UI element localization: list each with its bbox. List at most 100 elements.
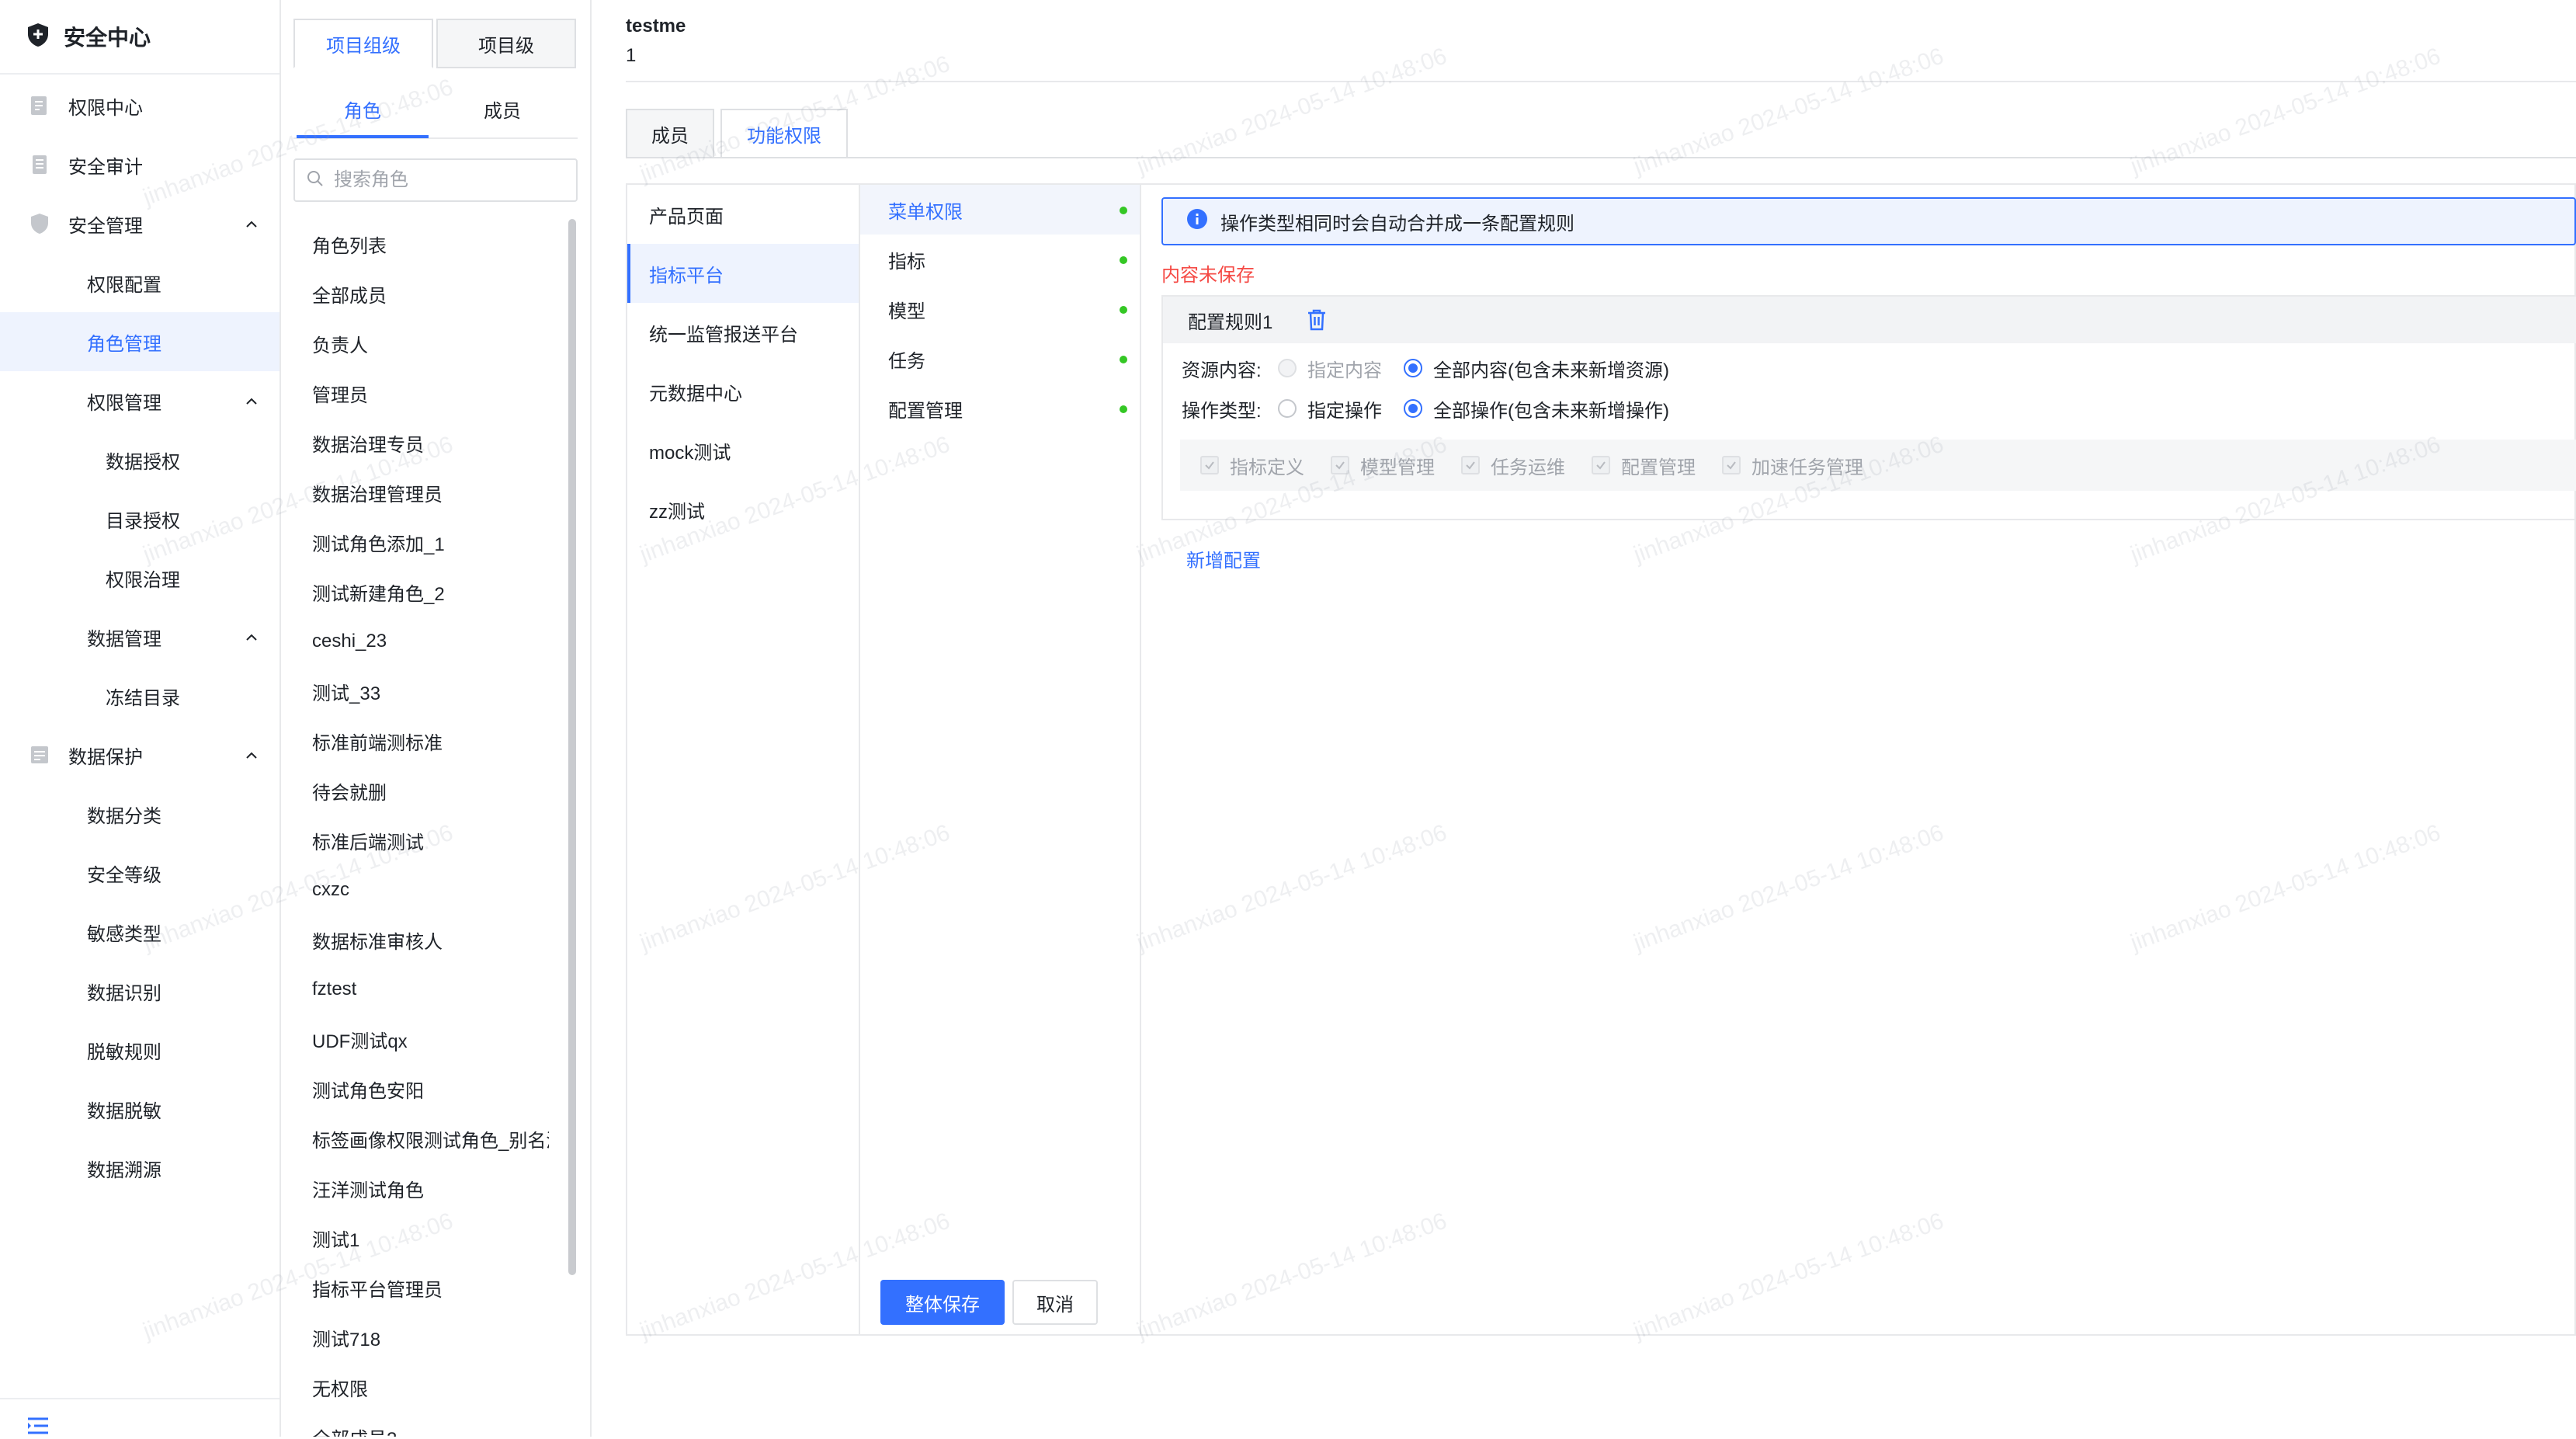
role-item[interactable]: 待会就删 — [281, 766, 549, 815]
role-item[interactable]: 全部成员 — [281, 269, 549, 318]
menu-collapse-icon[interactable] — [26, 1416, 50, 1439]
role-item[interactable]: 测试1 — [281, 1213, 549, 1263]
tab-function-permissions[interactable]: 功能权限 — [720, 109, 848, 158]
tab-roles[interactable]: 角色 — [297, 81, 429, 137]
nav-item-data-classification[interactable]: 数据分类 — [0, 784, 279, 843]
config-rule-area: 操作类型相同时会自动合并成一条配置规则 内容未保存 配置规则1 资源内容: 指定… — [1141, 185, 2576, 1334]
role-search-input[interactable] — [332, 169, 565, 192]
add-config-link[interactable]: 新增配置 — [1186, 545, 1261, 572]
role-item[interactable]: 管理员 — [281, 368, 549, 418]
nav-label: 权限配置 — [87, 274, 161, 296]
config-rule-card: 配置规则1 资源内容: 指定内容 全部内容(包含未来新增资源) 操作类型: 指定… — [1161, 295, 2576, 520]
nav-label: 权限治理 — [106, 569, 180, 591]
radio-all-content[interactable]: 全部内容(包含未来新增资源) — [1404, 355, 1669, 382]
role-list: 角色列表 全部成员 负责人 管理员 数据治理专员 数据治理管理员 测试角色添加_… — [281, 219, 576, 1437]
role-item[interactable]: 标准前端测标准 — [281, 716, 549, 766]
radio-specific-content: 指定内容 — [1278, 355, 1382, 382]
role-item[interactable]: cxzc — [281, 865, 549, 915]
nav-item-data-masking[interactable]: 数据脱敏 — [0, 1079, 279, 1138]
role-item[interactable]: 负责人 — [281, 318, 549, 368]
cancel-button[interactable]: 取消 — [1012, 1280, 1098, 1325]
role-item[interactable]: 角色列表 — [281, 219, 549, 269]
trash-icon[interactable] — [1303, 306, 1331, 334]
role-item[interactable]: 无权限 — [281, 1362, 549, 1412]
nav-item-security-level[interactable]: 安全等级 — [0, 843, 279, 902]
role-item[interactable]: 测试角色添加_1 — [281, 517, 549, 567]
page-item-regulatory-platform[interactable]: 统一监管报送平台 — [627, 303, 859, 362]
nav-item-permission-governance[interactable]: 权限治理 — [0, 548, 279, 607]
nav-item-masking-rules[interactable]: 脱敏规则 — [0, 1020, 279, 1079]
checkbox-label: 任务运维 — [1491, 457, 1565, 478]
info-icon — [1186, 208, 1208, 235]
radio-label: 指定操作 — [1307, 400, 1382, 422]
segment-project-group[interactable]: 项目组级 — [293, 19, 433, 68]
role-item[interactable]: 汪洋测试角色 — [281, 1163, 549, 1213]
nav-label: 数据识别 — [87, 982, 161, 1004]
module-label: 指标 — [888, 251, 925, 273]
nav-item-role-management[interactable]: 角色管理 — [0, 312, 279, 371]
role-list-scrollbar[interactable] — [568, 219, 576, 1275]
role-item[interactable]: 标签画像权限测试角色_别名测试 — [281, 1114, 549, 1163]
segment-project[interactable]: 项目级 — [436, 19, 576, 68]
nav-item-data-identification[interactable]: 数据识别 — [0, 961, 279, 1020]
save-all-button[interactable]: 整体保存 — [880, 1280, 1005, 1325]
role-item[interactable]: fztest — [281, 965, 549, 1014]
chevron-up-icon — [244, 747, 259, 763]
role-item[interactable]: 全部成员2 — [281, 1412, 549, 1437]
nav-item-sensitive-type[interactable]: 敏感类型 — [0, 902, 279, 961]
config-rule-title: 配置规则1 — [1188, 311, 1273, 333]
nav-item-data-tracing[interactable]: 数据溯源 — [0, 1138, 279, 1197]
operation-type-row: 操作类型: 指定操作 全部操作(包含未来新增操作) — [1182, 393, 1691, 424]
nav-item-permission-config[interactable]: 权限配置 — [0, 253, 279, 312]
tab-bar-line — [626, 157, 2576, 158]
role-panel: 项目组级 项目级 角色 成员 角色列表 全部成员 负责人 管理员 数据治理专员 … — [281, 0, 592, 1437]
role-item[interactable]: 测试新建角色_2 — [281, 567, 549, 617]
role-item[interactable]: UDF测试qx — [281, 1014, 549, 1064]
role-item[interactable]: ceshi_23 — [281, 617, 549, 666]
checkbox-checked-icon — [1722, 456, 1741, 474]
role-item[interactable]: 数据治理管理员 — [281, 468, 549, 517]
page-item-zz-test[interactable]: zz测试 — [627, 480, 859, 539]
nav-item-permission-management[interactable]: 权限管理 — [0, 371, 279, 430]
nav-item-data-protection[interactable]: 数据保护 — [0, 725, 279, 784]
radio-specific-operation[interactable]: 指定操作 — [1278, 395, 1382, 422]
tab-members[interactable]: 成员 — [436, 81, 568, 137]
radio-all-operation[interactable]: 全部操作(包含未来新增操作) — [1404, 395, 1669, 422]
brand-title: 安全中心 — [64, 26, 151, 50]
module-item-model[interactable]: 模型 — [860, 284, 1140, 334]
nav-item-frozen-catalog[interactable]: 冻结目录 — [0, 666, 279, 725]
document-icon — [28, 94, 51, 117]
nav-item-permission-center[interactable]: 权限中心 — [0, 76, 279, 135]
module-item-config-management[interactable]: 配置管理 — [860, 384, 1140, 433]
nav-item-security-audit[interactable]: 安全审计 — [0, 135, 279, 194]
page-item-metric-platform[interactable]: 指标平台 — [627, 244, 859, 303]
module-item-task[interactable]: 任务 — [860, 334, 1140, 384]
page-item-product-page[interactable]: 产品页面 — [627, 185, 859, 244]
role-item[interactable]: 测试718 — [281, 1312, 549, 1362]
role-item[interactable]: 指标平台管理员 — [281, 1263, 549, 1312]
role-item[interactable]: 标准后端测试 — [281, 815, 549, 865]
nav-item-data-management[interactable]: 数据管理 — [0, 607, 279, 666]
checkbox-label: 加速任务管理 — [1751, 457, 1863, 478]
role-item[interactable]: 数据标准审核人 — [281, 915, 549, 965]
nav-label: 目录授权 — [106, 510, 180, 532]
role-search-box[interactable] — [293, 158, 578, 202]
operation-type-label: 操作类型: — [1182, 400, 1262, 422]
shield-icon — [28, 212, 51, 235]
nav-label: 安全等级 — [87, 864, 161, 886]
page-item-mock-test[interactable]: mock测试 — [627, 421, 859, 480]
checkbox-checked-icon — [1461, 456, 1480, 474]
nav-item-security-management[interactable]: 安全管理 — [0, 194, 279, 253]
role-item[interactable]: 测试_33 — [281, 666, 549, 716]
page-item-metadata-center[interactable]: 元数据中心 — [627, 362, 859, 421]
role-item[interactable]: 数据治理专员 — [281, 418, 549, 468]
config-rule-header: 配置规则1 — [1163, 297, 2576, 343]
module-item-metric[interactable]: 指标 — [860, 235, 1140, 284]
tab-members[interactable]: 成员 — [626, 109, 714, 158]
nav-item-catalog-authorization[interactable]: 目录授权 — [0, 489, 279, 548]
nav-item-data-authorization[interactable]: 数据授权 — [0, 430, 279, 489]
checkbox-checked-icon — [1200, 456, 1219, 474]
role-item[interactable]: 测试角色安阳 — [281, 1064, 549, 1114]
module-item-menu-permission[interactable]: 菜单权限 — [860, 185, 1140, 235]
checkbox-checked-icon — [1592, 456, 1610, 474]
